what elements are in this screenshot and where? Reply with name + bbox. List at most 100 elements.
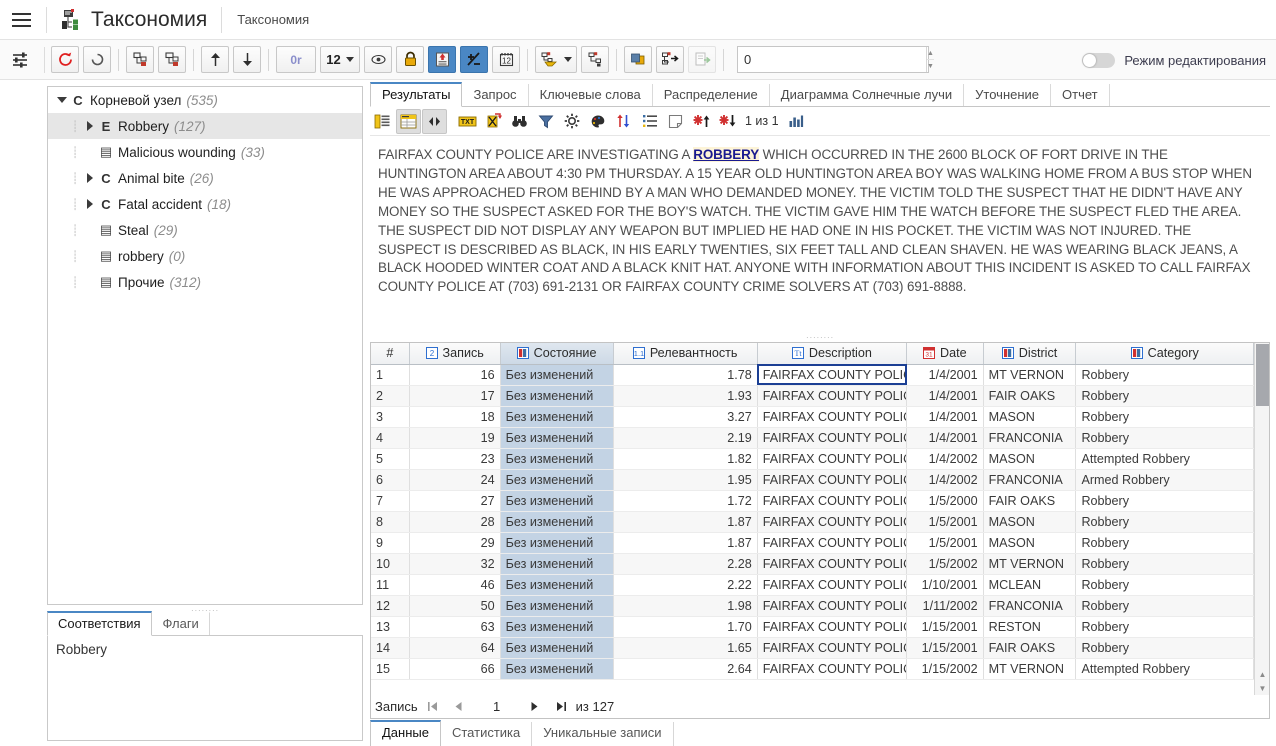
cell-record[interactable]: 32 <box>409 553 501 575</box>
cell-relevance[interactable]: 1.87 <box>613 511 758 533</box>
cell-record[interactable]: 27 <box>409 490 501 512</box>
cell-category[interactable]: Robbery <box>1075 637 1254 659</box>
spinner-up-icon[interactable]: ▲ <box>927 47 934 60</box>
threshold-spinner[interactable]: ▲ ▼ <box>926 47 934 72</box>
tree-node-0[interactable]: C Корневой узел (535) <box>48 87 362 113</box>
text-export-button[interactable]: TXT <box>455 109 480 134</box>
cell-category[interactable]: Robbery <box>1075 427 1254 449</box>
column-header-6[interactable]: District <box>983 343 1077 365</box>
tree-node-5[interactable]: ┊ ▤ Steal (29) <box>48 217 362 243</box>
first-record-button[interactable] <box>422 697 444 717</box>
cell-relevance[interactable]: 2.64 <box>613 658 758 680</box>
table-row[interactable]: 1 16 Без изменений 1.78 FAIRFAX COUNTY POLIC… <box>371 364 1254 386</box>
cell-relevance[interactable]: 1.95 <box>613 469 758 491</box>
cell-category[interactable]: Robbery <box>1075 616 1254 638</box>
cell-description[interactable]: FAIRFAX COUNTY POLICE <box>757 385 908 407</box>
main-tab-1[interactable]: Запрос <box>462 84 529 106</box>
cell-record[interactable]: 16 <box>409 364 501 386</box>
cell-record[interactable]: 24 <box>409 469 501 491</box>
next-record-button[interactable] <box>524 697 546 717</box>
cell-state[interactable]: Без изменений <box>500 448 614 470</box>
column-header-0[interactable]: # <box>371 343 410 365</box>
filter-button[interactable] <box>533 109 558 134</box>
tree-node-7[interactable]: ┊ ▤ Прочие (312) <box>48 269 362 295</box>
cell-record[interactable]: 50 <box>409 595 501 617</box>
plus-minus-button[interactable] <box>460 46 488 73</box>
tree-node-6[interactable]: ┊ ▤ robbery (0) <box>48 243 362 269</box>
cell-record[interactable]: 19 <box>409 427 501 449</box>
results-table[interactable]: #2 Запись Состояние 1.1 Релевантность Tt Descr… <box>371 343 1254 680</box>
cell-record[interactable]: 18 <box>409 406 501 428</box>
table-row[interactable]: 11 46 Без изменений 2.22 FAIRFAX COUNTY POLI… <box>371 574 1254 596</box>
cell-relevance[interactable]: 1.65 <box>613 637 758 659</box>
column-header-3[interactable]: 1.1 Релевантность <box>613 343 758 365</box>
cell-date[interactable]: 1/5/2001 <box>906 532 984 554</box>
list-view-button[interactable] <box>370 109 395 134</box>
cell-district[interactable]: FRANCONIA <box>983 427 1077 449</box>
cell-record[interactable]: 63 <box>409 616 501 638</box>
note-button[interactable] <box>663 109 688 134</box>
cell-description[interactable]: FAIRFAX COUNTY POLICE <box>757 406 908 428</box>
cell-description[interactable]: FAIRFAX COUNTY POLICE <box>757 574 908 596</box>
sort-button[interactable] <box>611 109 636 134</box>
column-header-5[interactable]: 31 Date <box>906 343 984 365</box>
bottom-tab-2[interactable]: Уникальные записи <box>532 722 674 746</box>
cell-record[interactable]: 66 <box>409 658 501 680</box>
cell-date[interactable]: 1/15/2002 <box>906 658 984 680</box>
tree-node-4[interactable]: ┊ C Fatal accident (18) <box>48 191 362 217</box>
tree-expander[interactable] <box>82 121 98 131</box>
cell-description[interactable]: FAIRFAX COUNTY POLICE <box>757 553 908 575</box>
cell-district[interactable]: FRANCONIA <box>983 595 1077 617</box>
cell-state[interactable]: Без изменений <box>500 364 614 386</box>
main-tab-6[interactable]: Отчет <box>1051 84 1110 106</box>
expand-node-button[interactable] <box>126 46 154 73</box>
cell-state[interactable]: Без изменений <box>500 490 614 512</box>
cell-district[interactable]: MT VERNON <box>983 364 1077 386</box>
cell-relevance[interactable]: 2.28 <box>613 553 758 575</box>
export-node-button[interactable] <box>656 46 684 73</box>
lock-button[interactable] <box>396 46 424 73</box>
bottom-tab-1[interactable]: Статистика <box>441 722 533 746</box>
preview-button[interactable] <box>364 46 392 73</box>
cell-category[interactable]: Armed Robbery <box>1075 469 1254 491</box>
split-view-button[interactable] <box>422 108 447 134</box>
cell-category[interactable]: Robbery <box>1075 553 1254 575</box>
table-row[interactable]: 10 32 Без изменений 2.28 FAIRFAX COUNTY POLI… <box>371 553 1254 575</box>
cell-state[interactable]: Без изменений <box>500 616 614 638</box>
cell-description[interactable]: FAIRFAX COUNTY POLICE <box>757 490 908 512</box>
table-row[interactable]: 5 23 Без изменений 1.82 FAIRFAX COUNTY POLIC… <box>371 448 1254 470</box>
tree-node-2[interactable]: ┊ ▤ Malicious wounding (33) <box>48 139 362 165</box>
table-row[interactable]: 2 17 Без изменений 1.93 FAIRFAX COUNTY POLIC… <box>371 385 1254 407</box>
cell-state[interactable]: Без изменений <box>500 553 614 575</box>
cell-date[interactable]: 1/4/2001 <box>906 406 984 428</box>
grid-splitter[interactable]: ∙∙∙∙∙∙∙∙ <box>370 331 1270 342</box>
move-up-button[interactable] <box>201 46 229 73</box>
refresh-button[interactable] <box>51 46 79 73</box>
cell-date[interactable]: 1/4/2001 <box>906 364 984 386</box>
cell-row-number[interactable]: 10 <box>371 553 410 575</box>
collapse-node-button[interactable] <box>158 46 186 73</box>
level-select[interactable]: 12 <box>320 46 360 73</box>
results-grid[interactable]: #2 Запись Состояние 1.1 Релевантность Tt Descr… <box>370 342 1270 695</box>
hierarchy-button[interactable] <box>581 46 609 73</box>
cell-description[interactable]: FAIRFAX COUNTY POLICE <box>757 427 908 449</box>
cell-date[interactable]: 1/4/2002 <box>906 448 984 470</box>
bottom-tab-0[interactable]: Данные <box>370 720 441 746</box>
cell-district[interactable]: FRANCONIA <box>983 469 1077 491</box>
export-doc-button[interactable] <box>688 46 716 73</box>
matches-tab-1[interactable]: Флаги <box>152 612 210 635</box>
cell-category[interactable]: Robbery <box>1075 490 1254 512</box>
cell-category[interactable]: Robbery <box>1075 364 1254 386</box>
cell-relevance[interactable]: 1.70 <box>613 616 758 638</box>
hamburger-icon[interactable] <box>0 0 42 40</box>
filter-dropdown-button[interactable] <box>535 46 577 73</box>
cell-state[interactable]: Без изменений <box>500 637 614 659</box>
cell-row-number[interactable]: 1 <box>371 364 410 386</box>
cell-row-number[interactable]: 6 <box>371 469 410 491</box>
scroll-up-arrow-icon[interactable]: ▲ <box>1255 667 1269 681</box>
palette-button[interactable] <box>585 109 610 134</box>
cell-state[interactable]: Без изменений <box>500 658 614 680</box>
cell-date[interactable]: 1/4/2001 <box>906 385 984 407</box>
cell-state[interactable]: Без изменений <box>500 511 614 533</box>
cell-state[interactable]: Без изменений <box>500 385 614 407</box>
